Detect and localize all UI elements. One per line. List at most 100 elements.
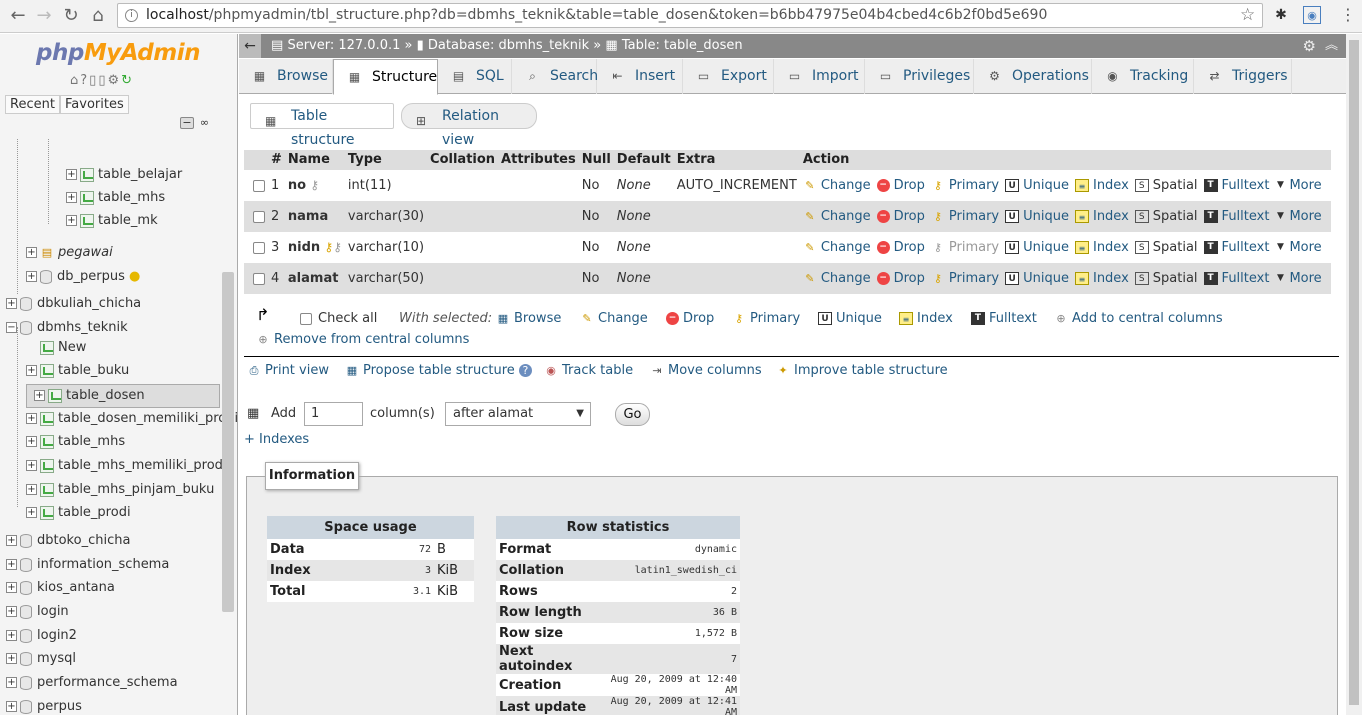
expand-icon[interactable]: +	[6, 298, 17, 309]
spatial-button[interactable]: S Spatial	[1134, 209, 1198, 224]
expand-icon[interactable]: +	[26, 365, 37, 376]
improve-structure-link[interactable]: ✦ Improve table structure	[776, 363, 947, 378]
row-checkbox[interactable]	[253, 241, 265, 254]
sidebar-item-table-dosen-memiliki-prodi[interactable]: + table_dosen_memiliki_prodi	[26, 408, 237, 430]
breadcrumb-table[interactable]: Table: table_dosen	[622, 38, 743, 53]
help-icon[interactable]: ?	[518, 364, 532, 377]
tab-import[interactable]: ▭ Import	[774, 59, 865, 94]
sidebar-item-table-mhs[interactable]: + table_mhs	[66, 187, 237, 209]
fulltext-button[interactable]: T Fulltext	[1203, 271, 1269, 286]
more-dropdown[interactable]: ▼ More	[1275, 209, 1322, 224]
tab-table-structure[interactable]: ▦ Table structure	[250, 103, 394, 148]
expand-icon[interactable]: +	[26, 271, 37, 282]
spatial-button[interactable]: S Spatial	[1134, 240, 1198, 255]
track-table-link[interactable]: ◉ Track table	[544, 363, 633, 378]
sidebar-item-dbmhs-teknik[interactable]: − dbmhs_teknik	[6, 317, 236, 339]
sidebar-item-table-belajar[interactable]: + table_belajar	[66, 164, 237, 186]
index-button[interactable]: ≡ Index	[1074, 178, 1129, 193]
spatial-button[interactable]: S Spatial	[1134, 271, 1198, 286]
bulk-change-button[interactable]: ✎ Change	[580, 311, 647, 326]
sidebar-item-login[interactable]: + login	[6, 601, 236, 623]
add-central-columns-button[interactable]: ⊕ Add to central columns	[1054, 311, 1222, 326]
tab-structure[interactable]: ▦ Structure	[333, 59, 438, 95]
breadcrumb-database[interactable]: Database: dbmhs_teknik	[428, 38, 589, 53]
fulltext-button[interactable]: T Fulltext	[1203, 240, 1269, 255]
drop-button[interactable]: − Drop	[876, 271, 925, 286]
row-checkbox[interactable]	[253, 272, 265, 285]
row-checkbox[interactable]	[253, 210, 265, 223]
unique-button[interactable]: U Unique	[1005, 271, 1069, 286]
tab-operations[interactable]: ⚙ Operations	[974, 59, 1092, 94]
expand-icon[interactable]: +	[6, 701, 17, 712]
sidebar-item-information-schema[interactable]: + information_schema	[6, 554, 236, 576]
expand-icon[interactable]: +	[34, 390, 45, 401]
unique-button[interactable]: U Unique	[1005, 240, 1069, 255]
change-button[interactable]: ✎ Change	[803, 240, 870, 255]
more-dropdown[interactable]: ▼ More	[1275, 178, 1322, 193]
bulk-index-button[interactable]: ≡ Index	[899, 311, 953, 326]
tab-relation-view[interactable]: ⊞ Relation view	[401, 103, 537, 148]
primary-button[interactable]: ⚷ Primary	[931, 271, 999, 286]
address-bar[interactable]: i localhost/phpmyadmin/tbl_structure.php?…	[117, 3, 1263, 28]
tab-insert[interactable]: ⇤ Insert	[597, 59, 683, 94]
propose-structure-link[interactable]: ▦ Propose table structure ?	[345, 363, 536, 378]
extension-icon[interactable]: ✱	[1272, 6, 1290, 24]
primary-button[interactable]: ⚷ Primary	[931, 178, 999, 193]
print-view-link[interactable]: ⎙ Print view	[247, 363, 329, 378]
expand-icon[interactable]: +	[26, 507, 37, 518]
sidebar-item-dbtoko-chicha[interactable]: + dbtoko_chicha	[6, 530, 236, 552]
primary-button[interactable]: ⚷ Primary	[931, 209, 999, 224]
go-button[interactable]: Go	[615, 403, 650, 426]
bulk-drop-button[interactable]: − Drop	[666, 311, 714, 326]
sidebar-item-perpus[interactable]: + perpus	[6, 696, 236, 715]
expand-icon[interactable]: −	[6, 322, 17, 333]
expand-icon[interactable]: +	[26, 413, 37, 424]
tab-browse[interactable]: ▦ Browse	[239, 59, 333, 94]
tab-search[interactable]: ⌕ Search	[512, 59, 598, 94]
sidebar-item-table-dosen[interactable]: + table_dosen	[26, 384, 220, 408]
collapse-arrow-icon[interactable]: ←	[239, 34, 261, 58]
back-arrow-icon[interactable]: ←	[8, 6, 28, 26]
bulk-primary-button[interactable]: ⚷ Primary	[732, 311, 800, 326]
sidebar-item-table-prodi[interactable]: + table_prodi	[26, 502, 220, 524]
sidebar-item-mysql[interactable]: + mysql	[6, 648, 236, 670]
tab-export[interactable]: ▭ Export	[683, 59, 774, 94]
index-button[interactable]: ≡ Index	[1074, 209, 1129, 224]
expand-icon[interactable]: +	[26, 460, 37, 471]
indexes-toggle[interactable]: + Indexes	[244, 432, 309, 447]
index-button[interactable]: ≡ Index	[1074, 240, 1129, 255]
expand-icon[interactable]: +	[26, 247, 37, 258]
sidebar-item-dbkuliah-chicha[interactable]: + dbkuliah_chicha	[6, 293, 236, 315]
sidebar-item-table-mk[interactable]: + table_mk	[66, 210, 237, 232]
sidebar-item-table-mhs-memiliki-prodi[interactable]: + table_mhs_memiliki_prodi	[26, 455, 227, 477]
sidebar-item-performance-schema[interactable]: + performance_schema	[6, 672, 236, 694]
bookmark-star-icon[interactable]: ☆	[1240, 5, 1255, 25]
expand-icon[interactable]: +	[6, 606, 17, 617]
change-button[interactable]: ✎ Change	[803, 271, 870, 286]
expand-icon[interactable]: +	[66, 169, 77, 180]
tab-tracking[interactable]: ◉ Tracking	[1092, 59, 1194, 94]
bulk-browse-button[interactable]: ▦ Browse	[496, 311, 562, 326]
bulk-unique-button[interactable]: U Unique	[818, 311, 882, 326]
expand-icon[interactable]: +	[66, 215, 77, 226]
column-position-select[interactable]: after alamat ▼	[445, 402, 591, 426]
drop-button[interactable]: − Drop	[876, 240, 925, 255]
fulltext-button[interactable]: T Fulltext	[1203, 178, 1269, 193]
expand-icon[interactable]: +	[6, 630, 17, 641]
row-checkbox[interactable]	[253, 179, 265, 192]
sidebar-item-table-mhs-pinjam-buku[interactable]: + table_mhs_pinjam_buku	[26, 479, 220, 501]
change-button[interactable]: ✎ Change	[803, 178, 870, 193]
sidebar-item-table-mhs[interactable]: + table_mhs	[26, 431, 220, 453]
expand-icon[interactable]: +	[26, 484, 37, 495]
forward-arrow-icon[interactable]: →	[34, 6, 54, 26]
sidebar-scrollbar[interactable]	[222, 272, 234, 612]
expand-icon[interactable]: +	[6, 582, 17, 593]
expand-icon[interactable]: +	[26, 436, 37, 447]
primary-button[interactable]: ⚷ Primary	[931, 240, 999, 255]
tab-privileges[interactable]: ▭ Privileges	[865, 59, 974, 94]
home-icon[interactable]: ⌂	[88, 6, 108, 26]
move-columns-link[interactable]: ⇥ Move columns	[650, 363, 761, 378]
column-count-input[interactable]: 1	[304, 402, 363, 426]
bulk-fulltext-button[interactable]: T Fulltext	[971, 311, 1037, 326]
spatial-button[interactable]: S Spatial	[1134, 178, 1198, 193]
